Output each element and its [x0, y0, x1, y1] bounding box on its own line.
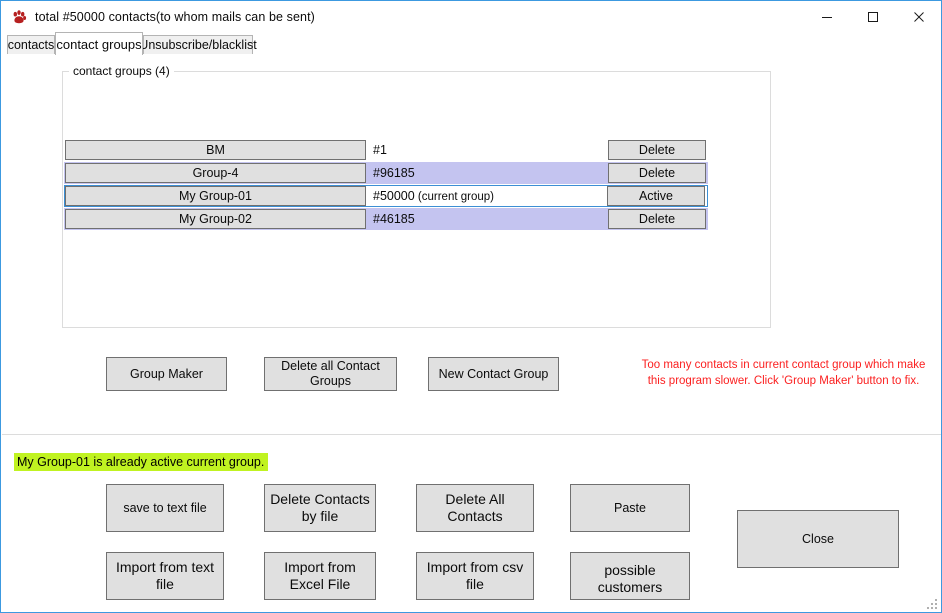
close-icon [914, 12, 924, 22]
import-from-csv-file-button[interactable]: Import from csv file [416, 552, 534, 600]
contact-groups-legend: contact groups (4) [69, 64, 174, 78]
group-name-button[interactable]: BM [65, 140, 366, 160]
import-from-excel-file-button[interactable]: Import from Excel File [264, 552, 376, 600]
delete-all-contacts-button[interactable]: Delete All Contacts [416, 484, 534, 532]
window-title: total #50000 contacts(to whom mails can … [35, 10, 315, 24]
group-name-button[interactable]: Group-4 [65, 163, 366, 183]
group-name-button[interactable]: My Group-01 [65, 186, 366, 206]
delete-all-contact-groups-button[interactable]: Delete all Contact Groups [264, 357, 397, 391]
group-action-button[interactable]: Delete [608, 163, 706, 183]
group-count: #96185 [366, 166, 608, 180]
group-count-value: #46185 [373, 212, 415, 226]
paw-icon [13, 10, 27, 24]
group-count: #50000 (current group) [366, 189, 607, 203]
group-maker-button[interactable]: Group Maker [106, 357, 227, 391]
group-name-button[interactable]: My Group-02 [65, 209, 366, 229]
group-row[interactable]: My Group-02 #46185 Delete [64, 208, 708, 230]
save-to-text-file-button[interactable]: save to text file [106, 484, 224, 532]
tab-strip: contacts contact groups Unsubscribe/blac… [2, 32, 941, 55]
group-count-value: #96185 [373, 166, 415, 180]
group-count-note: (current group) [414, 191, 494, 203]
title-bar: total #50000 contacts(to whom mails can … [2, 2, 941, 32]
group-row-selected[interactable]: My Group-01 #50000 (current group) Activ… [64, 185, 708, 207]
window-controls [804, 2, 941, 32]
bottom-panel: My Group-01 is already active current gr… [2, 435, 941, 612]
tab-contact-groups[interactable]: contact groups [55, 32, 143, 55]
group-action-button[interactable]: Active [607, 186, 705, 206]
maximize-icon [868, 12, 878, 22]
warning-message: Too many contacts in current contact gro… [641, 359, 926, 387]
group-count: #46185 [366, 212, 608, 226]
application-window: total #50000 contacts(to whom mails can … [0, 0, 942, 613]
group-count-value: #1 [373, 143, 387, 157]
import-from-text-file-button[interactable]: Import from text file [106, 552, 224, 600]
resize-grip[interactable] [926, 598, 939, 611]
paste-button[interactable]: Paste [570, 484, 690, 532]
status-message: My Group-01 is already active current gr… [14, 453, 269, 471]
maximize-button[interactable] [850, 2, 896, 32]
tab-unsubscribe-blacklist-label: Unsubscribe/blacklist [139, 38, 257, 52]
group-action-button[interactable]: Delete [608, 209, 706, 229]
contact-groups-list: BM #1 Delete Group-4 #96185 Delete My Gr… [64, 139, 708, 230]
tab-contacts[interactable]: contacts [7, 35, 55, 54]
tab-unsubscribe-blacklist[interactable]: Unsubscribe/blacklist [139, 35, 257, 54]
delete-contacts-by-file-button[interactable]: Delete Contacts by file [264, 484, 376, 532]
contact-groups-page: contact groups (4) BM #1 Delete Group-4 … [2, 55, 941, 434]
tab-contact-groups-label: contact groups [56, 36, 142, 52]
close-button[interactable]: Close [737, 510, 899, 568]
close-window-button[interactable] [896, 2, 941, 32]
minimize-button[interactable] [804, 2, 850, 32]
new-contact-group-button[interactable]: New Contact Group [428, 357, 559, 391]
group-action-button[interactable]: Delete [608, 140, 706, 160]
tab-contacts-label: contacts [7, 38, 55, 52]
group-count-value: #50000 [373, 189, 415, 203]
minimize-icon [822, 17, 832, 18]
group-row[interactable]: Group-4 #96185 Delete [64, 162, 708, 184]
possible-customers-button[interactable]: possible customers [570, 552, 690, 600]
group-count: #1 [366, 143, 608, 157]
group-row[interactable]: BM #1 Delete [64, 139, 708, 161]
